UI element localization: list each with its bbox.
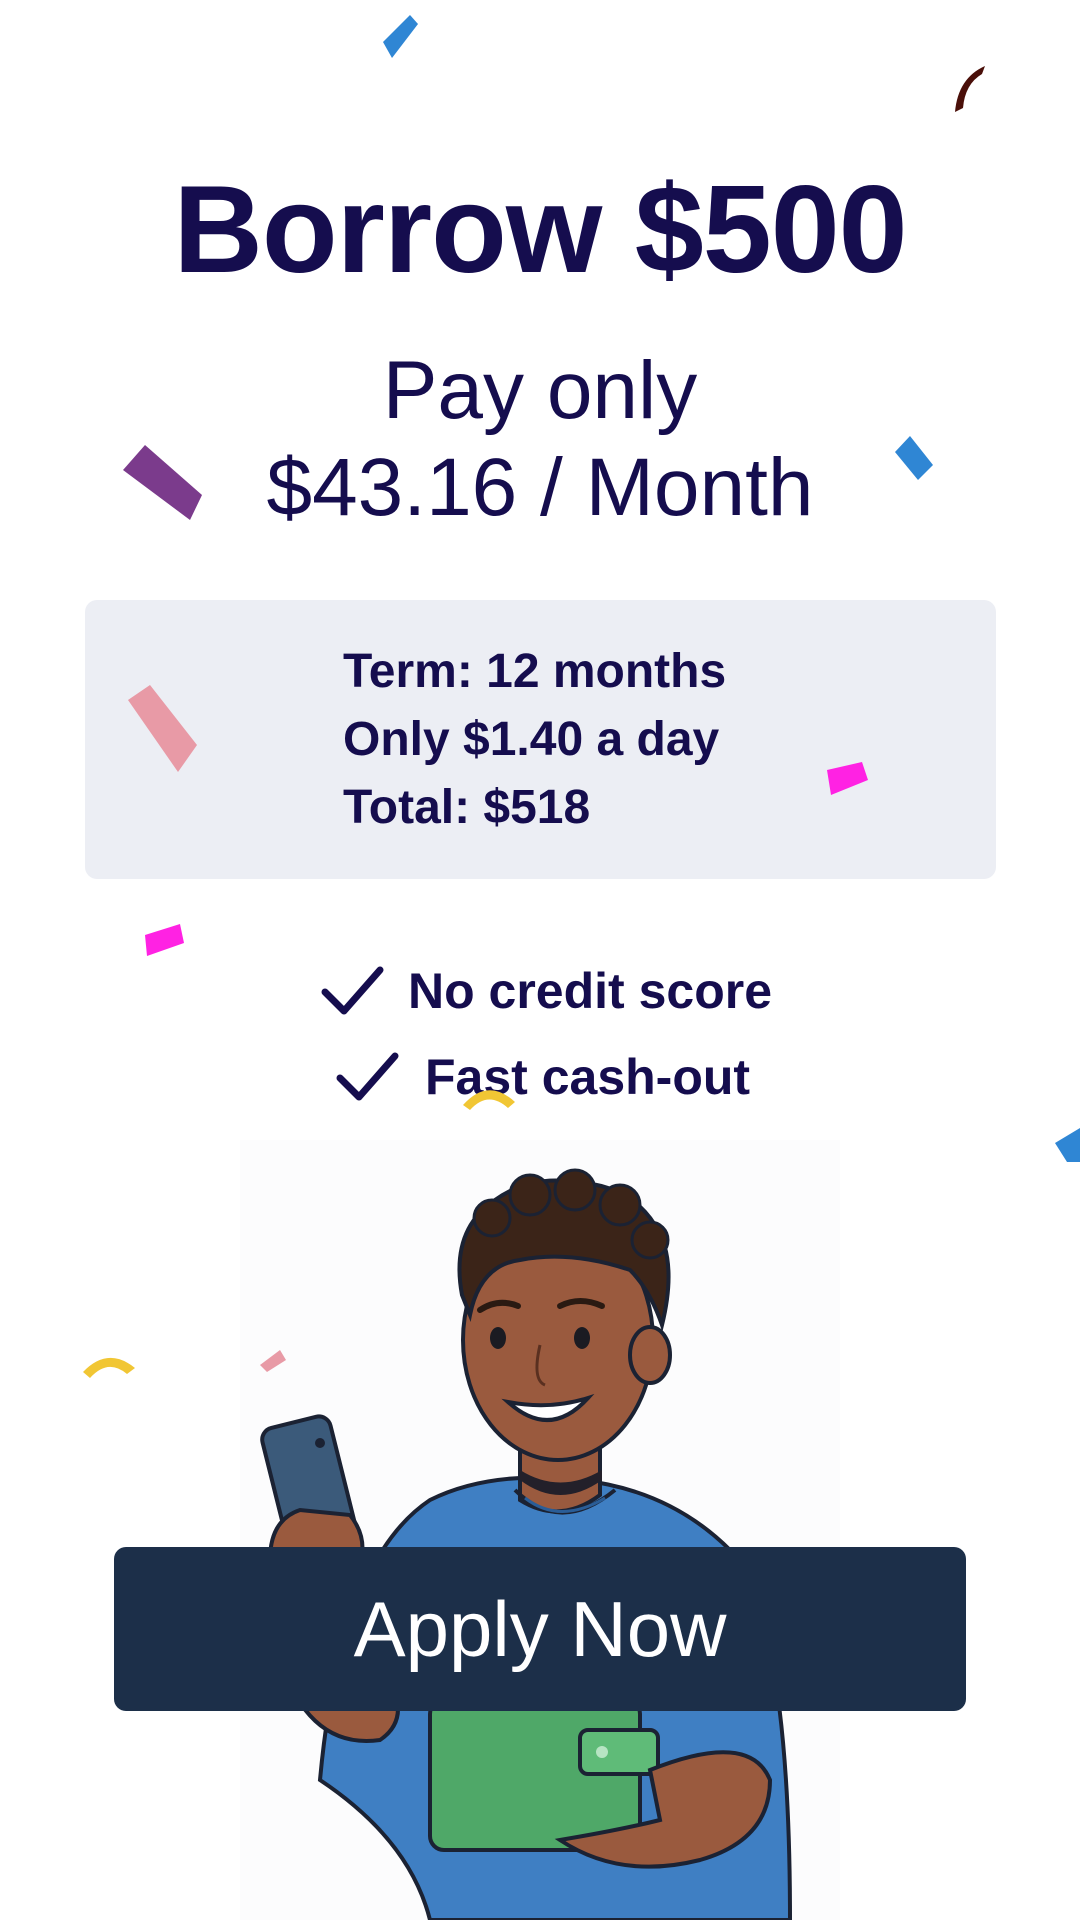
- subheadline-monthly-amount: $43.16 / Month: [266, 442, 814, 533]
- check-icon: [321, 966, 384, 1015]
- feature-label: No credit score: [408, 963, 773, 1019]
- term-length: Term: 12 months: [343, 645, 727, 698]
- man-with-phone-illustration: [240, 1140, 840, 1920]
- feature-label: Fast cash-out: [425, 1049, 751, 1105]
- apply-now-button[interactable]: Apply Now: [114, 1547, 966, 1711]
- subheadline-pay-only: Pay only: [382, 345, 698, 436]
- feature-item-no-credit-score: No credit score: [320, 958, 780, 1028]
- daily-cost: Only $1.40 a day: [343, 713, 720, 766]
- check-icon: [336, 1052, 399, 1101]
- total-repayment: Total: $518: [343, 781, 591, 834]
- headline: Borrow $500: [173, 161, 907, 299]
- loan-terms-box: Term: 12 months Only $1.40 a day Total: …: [85, 600, 996, 879]
- feature-item-fast-cash-out: Fast cash-out: [335, 1044, 775, 1114]
